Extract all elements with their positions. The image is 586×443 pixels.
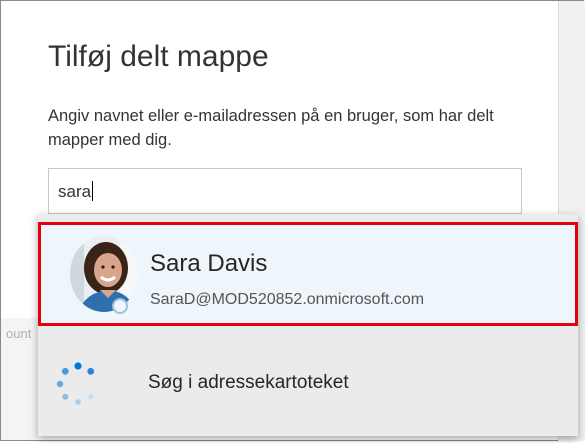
suggestion-item[interactable]: Sara Davis SaraD@MOD520852.onmicrosoft.c… [40,224,576,324]
directory-search-item[interactable]: Søg i adressekartoteket [38,334,578,436]
dialog-description: Angiv navnet eller e-mailadressen på en … [48,107,494,149]
background-text: ount [6,326,32,341]
presence-status-icon [112,298,128,314]
avatar-photo-icon [70,236,138,312]
dialog-title: Tilføj delt mappe [48,40,269,73]
suggestion-name: Sara Davis [150,250,268,277]
search-input-value: sara [58,181,94,201]
avatar [70,236,138,312]
suggestion-email: SaraD@MOD520852.onmicrosoft.com [150,291,425,308]
directory-search-label: Søg i adressekartoteket [148,372,349,393]
loading-spinner-icon [56,362,95,405]
suggestion-dropdown: Sara Davis SaraD@MOD520852.onmicrosoft.c… [38,214,578,436]
text-caret [92,181,94,201]
search-input[interactable]: sara [48,168,522,214]
